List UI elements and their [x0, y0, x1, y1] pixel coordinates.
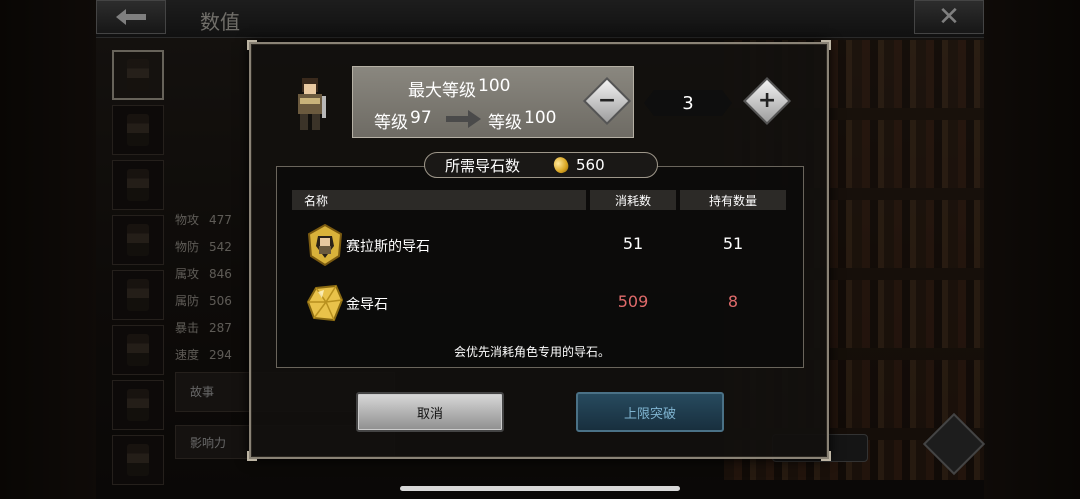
current-level-label: 等级: [374, 113, 408, 133]
stone-cost: 509: [617, 292, 649, 311]
corner-ornament: [247, 40, 257, 50]
decrease-button[interactable]: −: [582, 76, 632, 126]
stone-owned: 51: [722, 234, 744, 253]
stone-name: 金导石: [346, 297, 388, 313]
required-stones-label: 所需导石数: [445, 156, 521, 175]
gold-stone-icon: [306, 284, 344, 322]
required-stones-header: 所需导石数 560: [424, 152, 658, 178]
cancel-button[interactable]: 取消: [356, 392, 504, 432]
stone-owned: 8: [727, 292, 739, 311]
required-stones-value: 560: [576, 156, 605, 174]
corner-ornament: [821, 40, 831, 50]
stone-cost: 51: [622, 234, 644, 253]
priority-hint: 会优先消耗角色专用的导石。: [454, 345, 611, 359]
target-level-value: 100: [524, 108, 557, 128]
max-level-text: 最大等级 100: [408, 76, 510, 101]
stone-coin-icon: [551, 155, 571, 175]
table-row: 赛拉斯的导石 51 51: [292, 220, 786, 270]
column-header-cost: 消耗数: [590, 190, 676, 210]
increase-button[interactable]: +: [742, 76, 792, 126]
stone-name: 赛拉斯的导石: [346, 239, 430, 255]
corner-ornament: [821, 451, 831, 461]
minus-icon: −: [582, 76, 632, 126]
target-level-label: 等级: [488, 113, 522, 133]
target-level-text: 等级 100: [488, 108, 556, 133]
max-level-label: 最大等级: [408, 81, 476, 101]
quantity-display: 3: [644, 90, 732, 116]
current-level-value: 97: [410, 108, 432, 128]
arrow-right-icon: [446, 110, 481, 128]
column-header-name: 名称: [292, 190, 586, 210]
character-stone-icon: [307, 224, 343, 266]
column-header-owned: 持有数量: [680, 190, 786, 210]
current-level-text: 等级 97: [374, 108, 432, 133]
corner-ornament: [247, 451, 257, 461]
character-sprite-icon: [298, 78, 326, 130]
table-row: 金导石 509 8: [292, 278, 786, 328]
plus-icon: +: [742, 76, 792, 126]
table-header: 名称 消耗数 持有数量: [292, 190, 786, 210]
max-level-value: 100: [478, 76, 511, 96]
limit-break-button[interactable]: 上限突破: [576, 392, 724, 432]
home-indicator[interactable]: [400, 486, 680, 491]
